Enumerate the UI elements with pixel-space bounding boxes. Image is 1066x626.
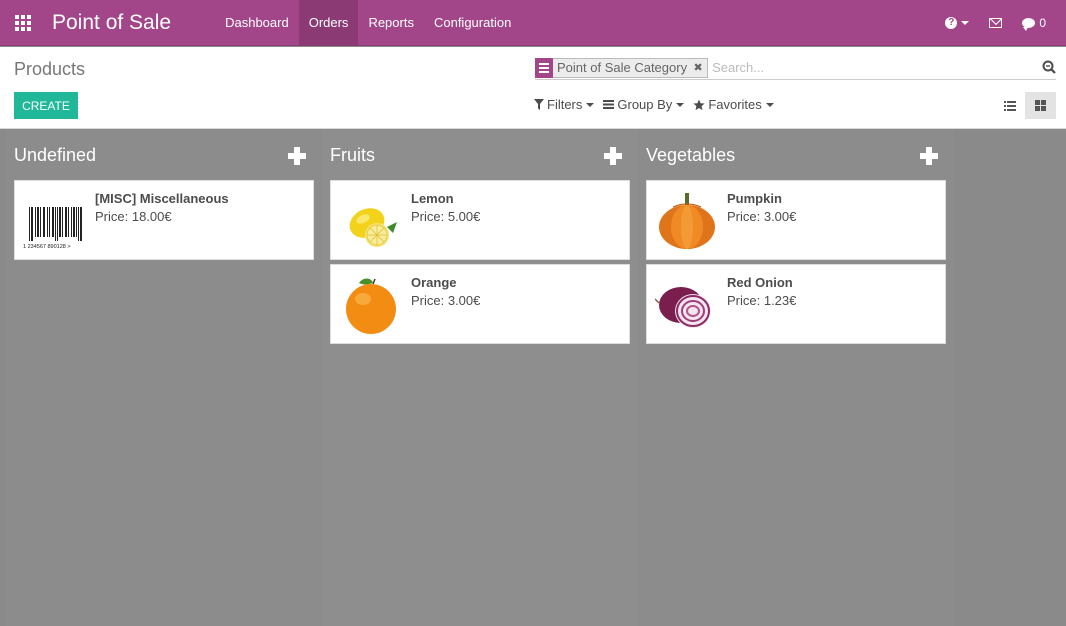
product-image-pumpkin (659, 193, 715, 249)
product-name: Pumpkin (727, 191, 782, 206)
product-price: Price: 1.23€ (727, 293, 797, 308)
filter-icon (534, 99, 544, 110)
product-name: [MISC] Miscellaneous (95, 191, 229, 206)
caret-down-icon (676, 102, 685, 107)
caret-down-icon (961, 20, 970, 25)
app-title: Point of Sale (52, 10, 172, 34)
product-image-red-onion (655, 287, 711, 328)
product-card[interactable]: 1 234567 890128 > [MISC] Miscellaneous P… (14, 180, 314, 260)
envelope-icon (989, 17, 1003, 28)
product-image-lemon (349, 208, 397, 247)
product-card[interactable]: Red Onion Price: 1.23€ (646, 264, 946, 344)
add-card-icon[interactable] (604, 147, 622, 165)
product-image-barcode: 1 234567 890128 > (23, 207, 82, 250)
facet-remove-icon[interactable]: ✖ (691, 61, 705, 74)
favorites-label: Favorites (708, 97, 762, 112)
column-title: Fruits (330, 145, 375, 165)
search-bar: Point of Sale Category ✖ (535, 56, 1056, 80)
kanban-column-fruits: Fruits Lemon Price: 5.00€ Orange Price: … (322, 130, 638, 626)
menu-item-configuration[interactable]: Configuration (424, 0, 521, 46)
help-dropdown[interactable]: ? (935, 0, 979, 46)
list-lines-icon (603, 100, 615, 109)
groupby-facet-icon (535, 57, 553, 78)
control-panel: Products CREATE Point of Sale Category ✖… (0, 47, 1066, 129)
star-icon (693, 99, 705, 110)
list-view-button[interactable] (994, 92, 1025, 119)
chat-counter: 0 (1039, 15, 1046, 30)
main-menu: Dashboard Orders Reports Configuration (215, 0, 521, 46)
kanban-view-button[interactable] (1025, 92, 1056, 119)
view-switcher (994, 92, 1056, 119)
search-icon[interactable] (1042, 60, 1056, 74)
chat-icon (1022, 17, 1036, 31)
search-input[interactable] (712, 60, 1033, 75)
list-view-icon (1003, 100, 1016, 111)
menu-item-reports[interactable]: Reports (358, 0, 424, 46)
add-card-icon[interactable] (288, 147, 306, 165)
column-title: Vegetables (646, 145, 736, 165)
favorites-dropdown[interactable]: Favorites (693, 97, 774, 112)
product-price: Price: 18.00€ (95, 209, 172, 224)
facet-value: Point of Sale Category (557, 60, 688, 75)
kanban-column-undefined: Undefined 1 234567 890128 > [MISC] Misce… (6, 130, 322, 626)
navbar-right: ? 0 (935, 0, 1056, 46)
menu-item-dashboard[interactable]: Dashboard (215, 0, 299, 46)
search-options: Filters Group By Favorites (534, 97, 783, 112)
product-price: Price: 5.00€ (411, 209, 481, 224)
chat-button[interactable]: 0 (1012, 0, 1056, 46)
product-price: Price: 3.00€ (727, 209, 797, 224)
kanban-column-vegetables: Vegetables Pumpkin Price: 3.00€ Red Onio… (638, 130, 954, 626)
kanban-view-icon (1035, 100, 1046, 111)
messages-button[interactable] (979, 0, 1012, 46)
column-title: Undefined (14, 145, 97, 165)
product-price: Price: 3.00€ (411, 293, 481, 308)
apps-grid-icon (15, 14, 31, 31)
breadcrumb: Products (14, 59, 86, 79)
groupby-label: Group By (617, 97, 673, 112)
add-card-icon[interactable] (920, 147, 938, 165)
filters-label: Filters (547, 97, 583, 112)
product-card[interactable]: Lemon Price: 5.00€ (330, 180, 630, 260)
create-button[interactable]: CREATE (14, 92, 78, 119)
product-card[interactable]: Pumpkin Price: 3.00€ (646, 180, 946, 260)
kanban-view: Undefined 1 234567 890128 > [MISC] Misce… (0, 130, 1066, 626)
product-name: Red Onion (727, 275, 793, 290)
search-facet: Point of Sale Category ✖ (535, 57, 709, 78)
menu-item-orders[interactable]: Orders (298, 0, 359, 46)
product-card[interactable]: Orange Price: 3.00€ (330, 264, 630, 344)
help-icon: ? (945, 16, 958, 29)
filters-dropdown[interactable]: Filters (534, 97, 595, 112)
product-name: Orange (411, 275, 457, 290)
top-navbar: Point of Sale Dashboard Orders Reports C… (0, 0, 1066, 46)
caret-down-icon (765, 102, 774, 107)
groupby-dropdown[interactable]: Group By (603, 97, 685, 112)
apps-menu-button[interactable] (0, 0, 46, 46)
product-image-orange (346, 278, 396, 334)
caret-down-icon (586, 102, 595, 107)
product-name: Lemon (411, 191, 454, 206)
kanban-empty-area (954, 130, 1066, 626)
barcode-digits: 1 234567 890128 > (23, 244, 71, 250)
